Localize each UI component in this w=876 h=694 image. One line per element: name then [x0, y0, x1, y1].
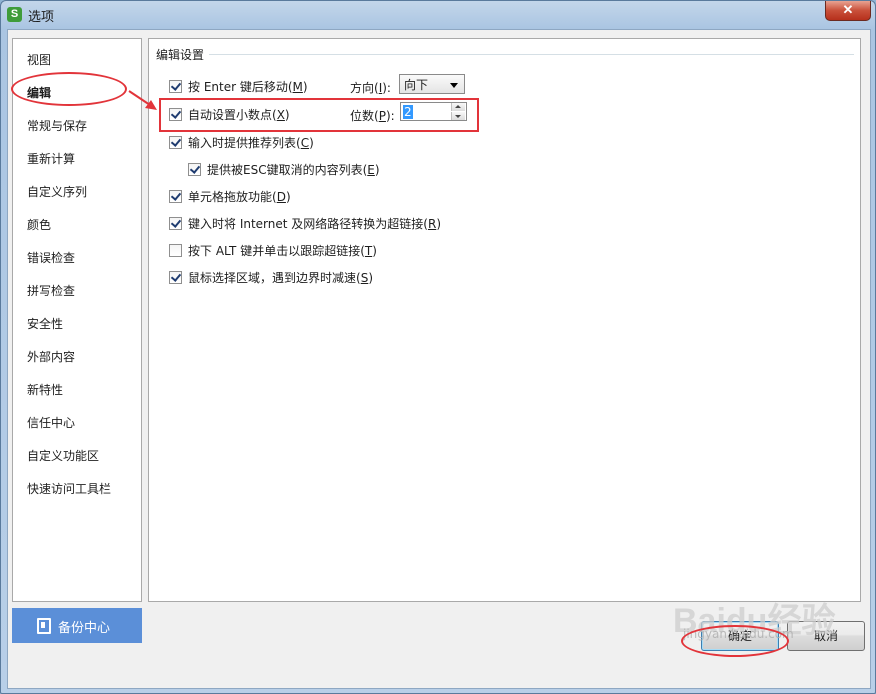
option-enter-move[interactable]: 按 Enter 键后移动(M)	[169, 78, 308, 94]
option-suggest-list[interactable]: 输入时提供推荐列表(C)	[169, 134, 314, 150]
checkbox-esc-cancel-list[interactable]	[188, 163, 201, 176]
dialog-client-area: 视图 编辑 常规与保存 重新计算 自定义序列 颜色 错误检查 拼写检查 安全性 …	[7, 29, 871, 689]
decimal-places-label: 位数(P):	[350, 109, 395, 123]
close-button[interactable]: ✕	[825, 1, 871, 21]
sidebar-item-error-check[interactable]: 错误检查	[27, 249, 75, 266]
option-label: 鼠标选择区域，遇到边界时减速(S)	[188, 271, 373, 285]
sidebar-item-new-features[interactable]: 新特性	[27, 381, 63, 398]
option-esc-cancel-list[interactable]: 提供被ESC键取消的内容列表(E)	[188, 161, 380, 177]
checkbox-auto-hyperlink[interactable]	[169, 217, 182, 230]
sidebar-item-quick-access-toolbar[interactable]: 快速访问工具栏	[27, 480, 111, 497]
option-label: 自动设置小数点(X)	[188, 108, 290, 122]
sidebar-item-recalculate[interactable]: 重新计算	[27, 150, 75, 167]
option-alt-click-hyperlink[interactable]: 按下 ALT 键并单击以跟踪超链接(T)	[169, 242, 377, 258]
spin-up-icon[interactable]	[451, 103, 465, 111]
direction-select-value: 向下	[404, 78, 429, 92]
window-title: 选项	[28, 10, 55, 25]
option-drag-drop[interactable]: 单元格拖放功能(D)	[169, 188, 291, 204]
option-slow-select-edge[interactable]: 鼠标选择区域，遇到边界时减速(S)	[169, 269, 373, 285]
option-label: 按 Enter 键后移动(M)	[188, 80, 308, 94]
group-divider	[209, 54, 854, 55]
checkbox-suggest-list[interactable]	[169, 136, 182, 149]
sidebar-item-custom-lists[interactable]: 自定义序列	[27, 183, 87, 200]
ok-button[interactable]: 确定	[701, 621, 779, 651]
backup-center-label: 备份中心	[58, 621, 111, 636]
sidebar-item-spell-check[interactable]: 拼写检查	[27, 282, 75, 299]
option-auto-decimal[interactable]: 自动设置小数点(X)	[169, 106, 290, 122]
checkbox-drag-drop[interactable]	[169, 190, 182, 203]
cancel-button[interactable]: 取消	[787, 621, 865, 651]
edit-settings-panel: 编辑设置 按 Enter 键后移动(M) 方向(I): 向下 自动设置小数点(X…	[148, 38, 861, 602]
sidebar-item-general-save[interactable]: 常规与保存	[27, 117, 87, 134]
direction-label: 方向(I):	[350, 81, 391, 95]
sidebar-item-colors[interactable]: 颜色	[27, 216, 51, 233]
sidebar-item-customize-ribbon[interactable]: 自定义功能区	[27, 447, 99, 464]
chevron-down-icon	[450, 83, 458, 88]
backup-center-button[interactable]: 备份中心	[12, 608, 142, 643]
option-auto-hyperlink[interactable]: 键入时将 Internet 及网络路径转换为超链接(R)	[169, 215, 441, 231]
decimal-places-value: 2	[403, 105, 413, 119]
checkbox-auto-decimal[interactable]	[169, 108, 182, 121]
sidebar-item-view[interactable]: 视图	[27, 51, 51, 68]
option-label: 输入时提供推荐列表(C)	[188, 136, 314, 150]
sidebar-item-external-content[interactable]: 外部内容	[27, 348, 75, 365]
option-label: 提供被ESC键取消的内容列表(E)	[207, 163, 380, 177]
sidebar-item-trust-center[interactable]: 信任中心	[27, 414, 75, 431]
checkbox-slow-select-edge[interactable]	[169, 271, 182, 284]
wps-app-icon: S	[7, 7, 22, 22]
checkbox-enter-move[interactable]	[169, 80, 182, 93]
sidebar-item-security[interactable]: 安全性	[27, 315, 63, 332]
options-sidebar: 视图 编辑 常规与保存 重新计算 自定义序列 颜色 错误检查 拼写检查 安全性 …	[11, 38, 142, 602]
spin-down-icon[interactable]	[451, 112, 465, 120]
title-bar[interactable]: S 选项 ✕	[1, 1, 875, 29]
sidebar-item-edit[interactable]: 编辑	[27, 84, 51, 101]
options-dialog: S 选项 ✕ 视图 编辑 常规与保存 重新计算 自定义序列 颜色 错误检查 拼写…	[0, 0, 876, 694]
decimal-places-spinner[interactable]: 2	[400, 102, 467, 121]
group-title: 编辑设置	[156, 46, 209, 63]
direction-select[interactable]: 向下	[399, 74, 465, 94]
option-label: 单元格拖放功能(D)	[188, 190, 291, 204]
option-label: 按下 ALT 键并单击以跟踪超链接(T)	[188, 244, 377, 258]
option-label: 键入时将 Internet 及网络路径转换为超链接(R)	[188, 217, 441, 231]
checkbox-alt-click-hyperlink[interactable]	[169, 244, 182, 257]
backup-icon	[37, 618, 51, 634]
